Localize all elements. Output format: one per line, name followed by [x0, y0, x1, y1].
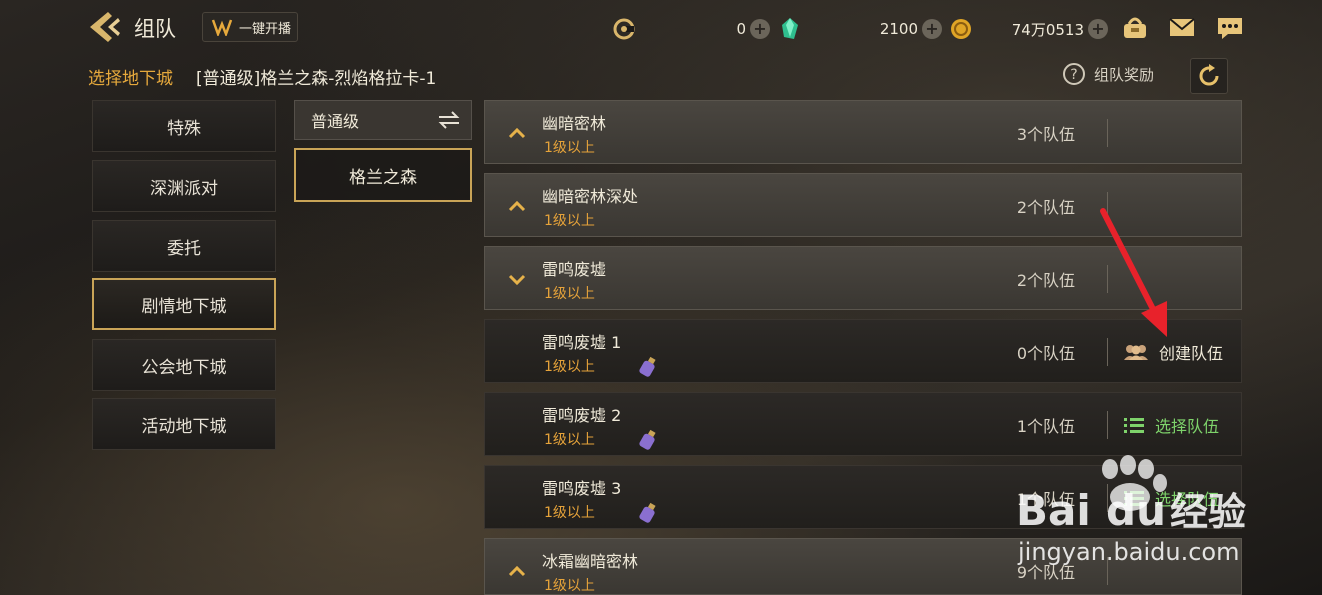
category-abyss-party[interactable]: 深渊派对 — [92, 160, 276, 212]
team-count: 1个队伍 — [1016, 417, 1075, 436]
select-team-button[interactable]: 选择队伍 — [1123, 413, 1219, 437]
annotation-arrow-icon — [1100, 208, 1167, 337]
team-count: 2个队伍 — [1016, 198, 1075, 217]
dungeon-name: 雷鸣废墟 2 — [542, 406, 622, 425]
category-label: 剧情地下城 — [141, 296, 227, 317]
watermark-url: jingyan.baidu.com — [1017, 538, 1239, 566]
category-label: 特殊 — [167, 118, 201, 139]
team-count: 2个队伍 — [1016, 271, 1075, 290]
baidu-watermark: Bai du 经验 jingyan.baidu.com — [1016, 455, 1246, 566]
difficulty-label: 普通级 — [311, 112, 360, 131]
gold-coin-icon — [951, 19, 971, 39]
c-token-value: 0 — [736, 20, 746, 38]
currency-bar: 0 + 2100 + 74万0513 + — [612, 14, 1112, 44]
dungeon-name: 冰霜幽暗密林 — [542, 552, 639, 571]
team-reward-button[interactable]: ? 组队奖励 — [1062, 62, 1154, 86]
watermark-cn: 经验 — [1170, 490, 1246, 534]
dungeon-level: 1级以上 — [544, 432, 595, 448]
chevron-down-icon[interactable] — [507, 269, 527, 289]
top-icon-group — [1122, 12, 1244, 42]
category-guild-dungeon[interactable]: 公会地下城 — [92, 339, 276, 391]
gem-value: 2100 — [879, 20, 918, 38]
currency-gem: 2100 + — [780, 14, 948, 44]
live-button-label: 一键开播 — [239, 21, 292, 37]
list-icon — [1124, 418, 1144, 433]
dungeon-level: 1级以上 — [544, 505, 595, 521]
dungeon-level: 1级以上 — [544, 140, 595, 156]
dungeon-name: 幽暗密林深处 — [542, 187, 639, 206]
currency-c-token: 0 + — [612, 14, 772, 44]
selected-dungeon-path: [普通级]格兰之森-烈焰格拉卡-1 — [196, 69, 437, 89]
back-arrow-icon[interactable] — [88, 10, 124, 44]
refresh-button[interactable] — [1190, 58, 1228, 94]
dungeon-group-row[interactable]: 幽暗密林 1级以上 3个队伍 — [484, 100, 1242, 164]
potion-icon — [639, 356, 656, 377]
category-special[interactable]: 特殊 — [92, 100, 276, 152]
stream-logo-icon — [211, 19, 233, 36]
chevron-up-icon[interactable] — [507, 123, 527, 143]
dungeon-name: 雷鸣废墟 — [542, 260, 607, 279]
add-gold-button[interactable]: + — [1088, 19, 1108, 39]
difficulty-selector[interactable]: 普通级 — [294, 100, 472, 140]
help-icon: ? — [1063, 63, 1085, 85]
potion-icon — [639, 502, 656, 523]
category-label: 公会地下城 — [141, 357, 227, 378]
green-gem-icon — [782, 18, 798, 39]
dungeon-level: 1级以上 — [544, 213, 595, 229]
team-count: 3个队伍 — [1016, 125, 1075, 144]
area-label: 格兰之森 — [349, 167, 417, 188]
svg-text:?: ? — [1070, 67, 1077, 83]
dungeon-level: 1级以上 — [544, 359, 595, 375]
currency-gold: 74万0513 + — [950, 14, 1112, 44]
one-click-stream-button[interactable]: 一键开播 — [202, 12, 298, 42]
select-dungeon-label: 选择地下城 — [88, 69, 173, 89]
swap-icon — [438, 111, 460, 129]
chevron-up-icon[interactable] — [507, 561, 527, 581]
dungeon-name: 雷鸣废墟 3 — [542, 479, 622, 498]
area-grand-forest[interactable]: 格兰之森 — [294, 148, 472, 202]
mail-icon[interactable] — [1168, 12, 1196, 42]
dungeon-stage-row[interactable]: 雷鸣废墟 2 1级以上 1个队伍 选择队伍 — [484, 392, 1242, 456]
category-label: 深渊派对 — [150, 178, 218, 199]
add-gem-button[interactable]: + — [922, 19, 942, 39]
dungeon-name: 雷鸣废墟 1 — [542, 333, 622, 352]
dungeon-level: 1级以上 — [544, 578, 595, 594]
category-event-dungeon[interactable]: 活动地下城 — [92, 398, 276, 450]
category-story-dungeon[interactable]: 剧情地下城 — [92, 278, 276, 330]
team-count: 0个队伍 — [1016, 344, 1075, 363]
chat-icon[interactable] — [1216, 12, 1244, 42]
team-people-icon — [1124, 345, 1148, 360]
dungeon-level: 1级以上 — [544, 286, 595, 302]
category-label: 委托 — [167, 238, 201, 259]
potion-icon — [639, 429, 656, 450]
refresh-icon — [1199, 64, 1219, 86]
watermark-brand-suffix: du — [1106, 486, 1166, 535]
gold-value: 74万0513 — [1011, 20, 1084, 39]
team-reward-label: 组队奖励 — [1094, 65, 1155, 84]
category-label: 活动地下城 — [141, 416, 227, 437]
row-divider — [1107, 119, 1108, 147]
dungeon-name: 幽暗密林 — [542, 114, 607, 133]
select-team-label: 选择队伍 — [1155, 417, 1220, 436]
category-commission[interactable]: 委托 — [92, 220, 276, 272]
c-token-icon — [613, 18, 635, 40]
watermark-brand: Bai — [1016, 486, 1091, 535]
chevron-up-icon[interactable] — [507, 196, 527, 216]
page-title: 组队 — [134, 17, 176, 41]
row-divider — [1107, 411, 1108, 439]
add-c-token-button[interactable]: + — [750, 19, 770, 39]
bag-icon[interactable] — [1122, 12, 1148, 42]
